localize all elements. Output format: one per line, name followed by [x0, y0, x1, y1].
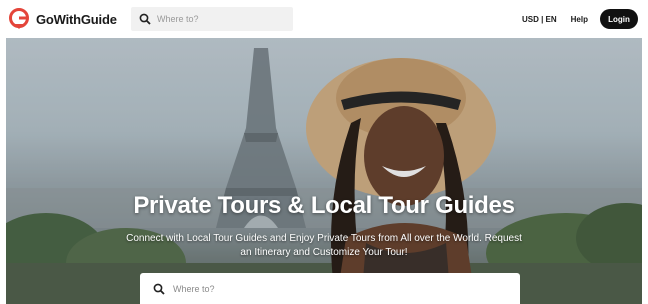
header-actions: USD | EN Help Login	[522, 7, 638, 31]
hero-search-bar[interactable]	[140, 273, 520, 304]
brand-name: GoWithGuide	[36, 11, 117, 27]
header-search-input[interactable]	[157, 14, 287, 24]
search-icon	[139, 13, 151, 25]
help-link[interactable]: Help	[571, 15, 588, 24]
top-navbar: GoWithGuide USD | EN Help Login	[0, 0, 648, 38]
hero-title: Private Tours & Local Tour Guides	[133, 192, 515, 219]
hero-subtitle: Connect with Local Tour Guides and Enjoy…	[126, 233, 522, 258]
hero-search-input[interactable]	[173, 283, 493, 294]
search-icon	[153, 283, 165, 295]
hero-banner: Private Tours & Local Tour Guides Connec…	[6, 38, 642, 304]
header-search-bar[interactable]	[131, 7, 293, 31]
guide-pin-logo-icon	[9, 8, 29, 29]
currency-language-selector[interactable]: USD | EN	[522, 15, 557, 24]
hero-background-image	[6, 38, 642, 304]
brand-logo[interactable]: GoWithGuide	[8, 8, 117, 30]
login-button[interactable]: Login	[600, 9, 638, 29]
